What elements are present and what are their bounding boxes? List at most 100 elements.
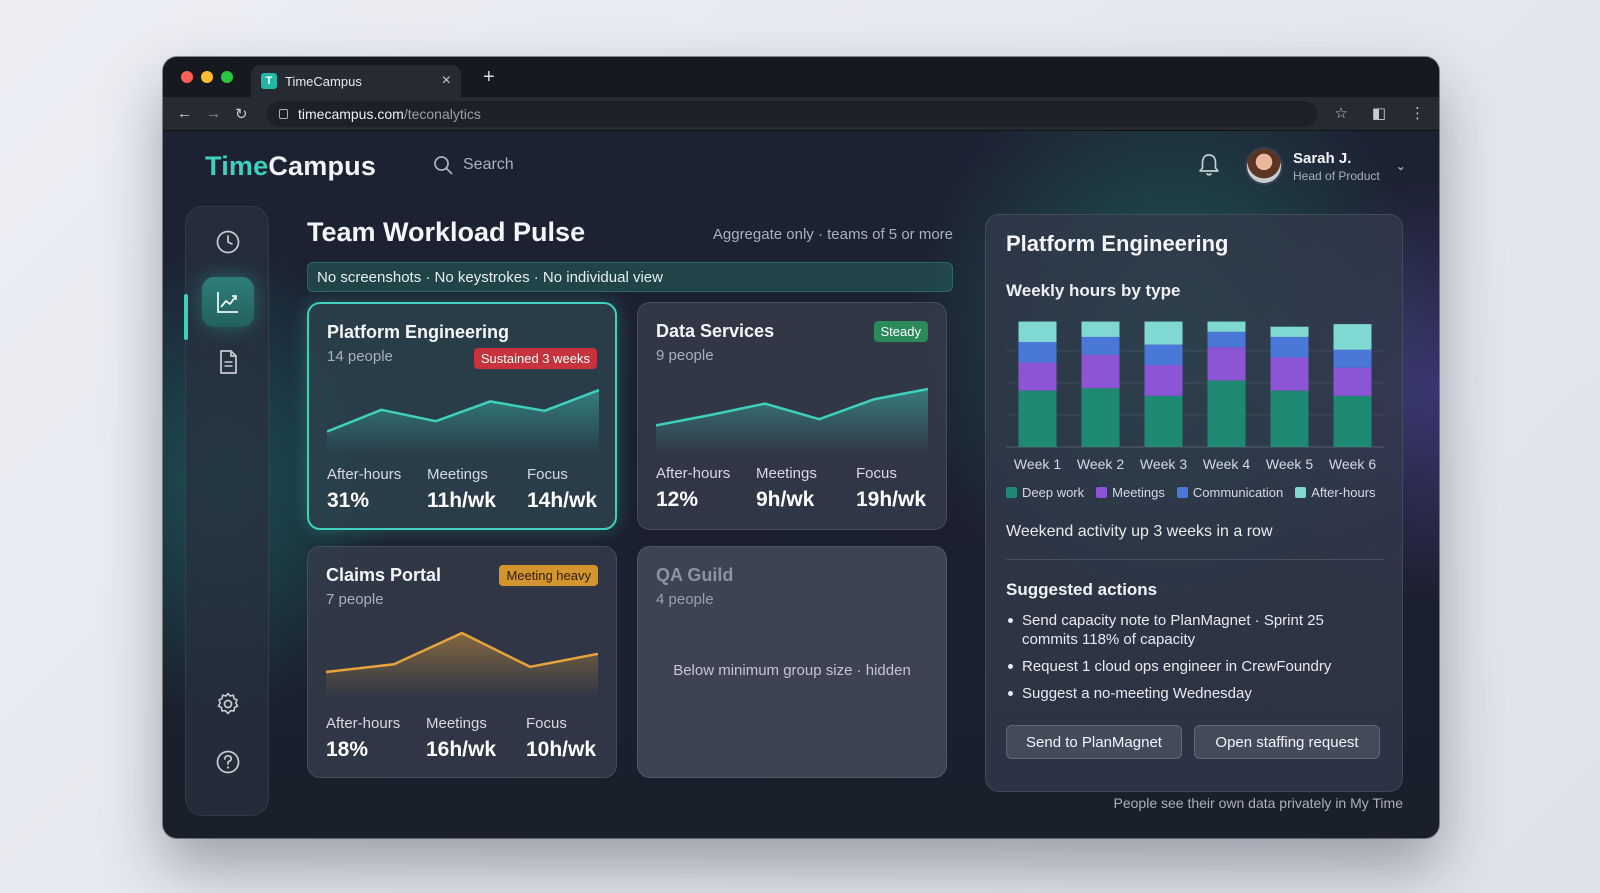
- sidebar: [184, 206, 269, 816]
- metric-focus: Focus 14h/wk: [527, 466, 598, 512]
- suggested-actions-title: Suggested actions: [1006, 580, 1158, 599]
- browser-menu-icon[interactable]: ⋮: [1410, 104, 1425, 122]
- divider: [1006, 559, 1384, 560]
- chart-legend: Deep work Meetings Communication After-hour…: [1006, 485, 1376, 500]
- trend-sparkline: [327, 388, 599, 454]
- forward-icon[interactable]: →: [206, 105, 221, 123]
- sparkline-area: [327, 390, 599, 454]
- sidebar-active-indicator: [184, 294, 188, 340]
- bar-segment-meetings: [1207, 347, 1246, 381]
- metric-focus: Focus 19h/wk: [856, 465, 927, 511]
- back-icon[interactable]: ←: [177, 105, 192, 123]
- bar-segment-communication: [1081, 336, 1120, 355]
- side-panel-icon[interactable]: ◧: [1372, 104, 1386, 122]
- search-bar[interactable]: Search: [433, 155, 514, 175]
- team-name: Platform Engineering: [327, 322, 510, 342]
- open-staffing-request-button[interactable]: Open staffing request: [1194, 725, 1380, 759]
- search-input[interactable]: Search: [463, 156, 514, 174]
- browser-tab[interactable]: T TimeCampus ×: [251, 65, 461, 97]
- team-detail-panel: Platform Engineering Weekly hours by typ…: [985, 214, 1403, 792]
- team-card-qa-guild: QA Guild 4 people Below minimum group si…: [637, 546, 947, 778]
- bar-segment-meetings: [1081, 354, 1120, 389]
- app-logo[interactable]: TimeCampus: [205, 151, 376, 182]
- close-tab-icon[interactable]: ×: [442, 72, 451, 90]
- bar-segment-communication: [1144, 344, 1183, 366]
- team-size: 4 people: [656, 591, 714, 608]
- x-tick-label: Week 5: [1266, 456, 1313, 472]
- trend-sparkline: [326, 631, 598, 697]
- sidebar-item-help[interactable]: [202, 737, 254, 787]
- lock-icon: [279, 109, 288, 119]
- bar-segment-after-hours: [1207, 321, 1246, 332]
- legend-item: After-hours: [1295, 485, 1376, 500]
- status-badge: Steady: [873, 321, 928, 342]
- chart-title: Weekly hours by type: [1006, 281, 1181, 300]
- team-card-data-services[interactable]: Data Services 9 people Steady After-hour…: [637, 302, 947, 530]
- minimize-window-button[interactable]: [201, 71, 213, 83]
- x-tick-label: Week 3: [1140, 456, 1187, 472]
- maximize-window-button[interactable]: [221, 71, 233, 83]
- bar-segment-communication: [1207, 331, 1246, 348]
- bar-segment-deep-work: [1018, 390, 1057, 447]
- list-item: Send capacity note to PlanMagnet · Sprin…: [1006, 611, 1366, 649]
- send-to-planmagnet-button[interactable]: Send to PlanMagnet: [1006, 725, 1182, 759]
- user-role: Head of Product: [1293, 168, 1380, 183]
- url-path: /teconalytics: [403, 106, 481, 122]
- legend-label: Meetings: [1112, 485, 1165, 500]
- metric-meetings: Meetings 16h/wk: [426, 715, 497, 761]
- reload-icon[interactable]: ↻: [235, 105, 248, 123]
- tab-bar: T TimeCampus × +: [163, 57, 1439, 97]
- chevron-down-icon[interactable]: ⌄: [1396, 159, 1406, 173]
- page-title: Team Workload Pulse: [307, 217, 586, 247]
- window-controls: [181, 71, 233, 83]
- list-item: Request 1 cloud ops engineer in CrewFoun…: [1006, 657, 1366, 676]
- legend-item: Communication: [1176, 485, 1284, 500]
- search-icon: [434, 156, 453, 175]
- metric-meetings: Meetings 9h/wk: [756, 465, 817, 511]
- x-tick-label: Week 6: [1329, 456, 1376, 472]
- metric-after-hours: After-hours 12%: [656, 465, 731, 511]
- sparkline-area: [326, 633, 598, 697]
- legend-label: After-hours: [1311, 485, 1376, 500]
- help-icon: [216, 750, 240, 774]
- metric-focus: Focus 10h/wk: [526, 715, 597, 761]
- sparkline-area: [656, 389, 928, 453]
- bar-segment-deep-work: [1144, 395, 1183, 447]
- sidebar-item-time[interactable]: [202, 217, 254, 267]
- url-field[interactable]: timecampus.com/teconalytics: [267, 101, 1317, 127]
- bar-segment-communication: [1333, 349, 1372, 368]
- new-tab-icon[interactable]: +: [483, 66, 495, 89]
- trend-sparkline: [656, 387, 928, 453]
- sidebar-item-analytics[interactable]: [202, 277, 254, 327]
- privacy-banner: No screenshots · No keystrokes · No indi…: [307, 262, 953, 292]
- team-card-claims-portal[interactable]: Claims Portal 7 people Meeting heavy Aft…: [307, 546, 617, 778]
- bar-segment-deep-work: [1270, 390, 1309, 447]
- address-bar-row: ← → ↻ timecampus.com/teconalytics ☆ ◧ ⋮: [163, 97, 1439, 131]
- bell-icon[interactable]: [1198, 153, 1220, 177]
- team-size: 7 people: [326, 591, 384, 608]
- browser-window: T TimeCampus × + ← → ↻ timecampus.com/te…: [163, 57, 1439, 838]
- x-tick-label: Week 1: [1014, 456, 1061, 472]
- bar-segment-after-hours: [1333, 324, 1372, 350]
- gear-icon: [217, 692, 239, 715]
- status-badge: Meeting heavy: [499, 565, 598, 586]
- clock-icon: [216, 230, 240, 254]
- sidebar-item-reports[interactable]: [202, 337, 254, 387]
- legend-item: Meetings: [1096, 485, 1165, 500]
- close-window-button[interactable]: [181, 71, 193, 83]
- document-icon: [220, 350, 237, 374]
- team-name: Data Services: [656, 321, 775, 341]
- bar-segment-meetings: [1270, 357, 1309, 391]
- bar-segment-communication: [1018, 342, 1057, 363]
- team-size: 14 people: [327, 348, 393, 365]
- user-menu[interactable]: Sarah J. Head of Product ⌄: [1245, 147, 1406, 185]
- legend-label: Communication: [1192, 485, 1284, 500]
- legend-item: Deep work: [1006, 485, 1084, 500]
- chart-trend-icon: [217, 292, 238, 313]
- bookmark-star-icon[interactable]: ☆: [1334, 104, 1347, 122]
- team-card-platform-engineering[interactable]: Platform Engineering 14 people Sustained…: [307, 302, 617, 530]
- list-item: Suggest a no-meeting Wednesday: [1006, 684, 1366, 703]
- sidebar-item-settings[interactable]: [202, 679, 254, 729]
- legend-swatch: [1006, 487, 1017, 498]
- status-badge: Sustained 3 weeks: [473, 348, 597, 369]
